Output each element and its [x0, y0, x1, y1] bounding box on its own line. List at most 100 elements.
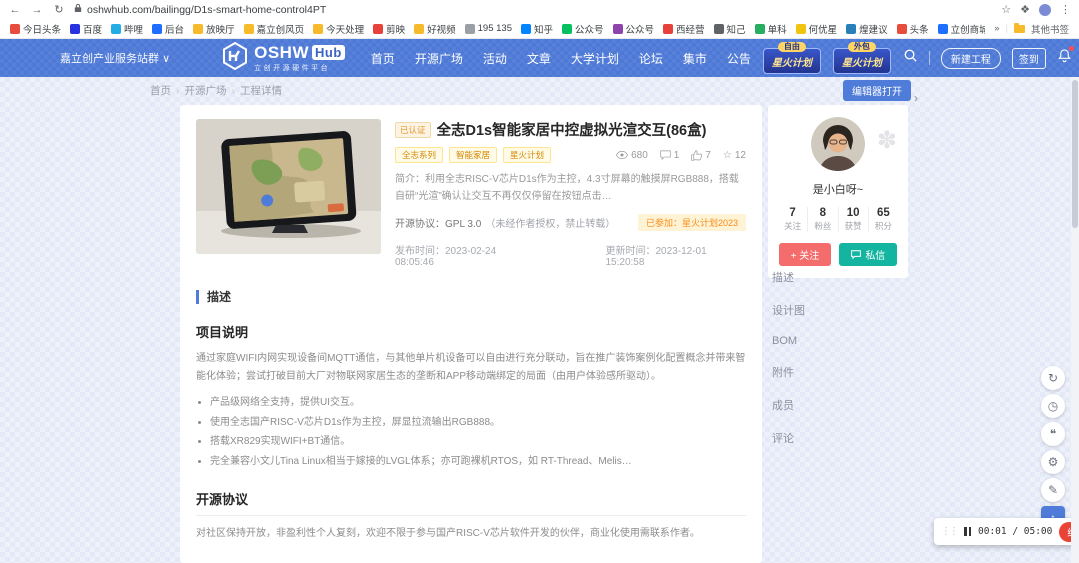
nav-item[interactable]: 集市: [683, 50, 707, 67]
checkin-button[interactable]: 签到: [1012, 48, 1046, 69]
section-label-description: 描述: [196, 290, 746, 304]
bookmark-item[interactable]: 头条: [897, 22, 929, 36]
extensions-icon[interactable]: ❖: [1020, 3, 1030, 16]
project-tags: 全志系列智能家居星火计划: [395, 147, 551, 163]
author-stat[interactable]: 8 粉丝: [807, 207, 837, 232]
nav-item[interactable]: 首页: [371, 50, 395, 67]
bookmark-favicon: [70, 24, 80, 34]
nav-item[interactable]: 活动: [483, 50, 507, 67]
bookmark-item[interactable]: 煌建议: [846, 22, 888, 36]
url-bar[interactable]: oshwhub.com/bailingg/D1s-smart-home-cont…: [74, 3, 993, 16]
bullet-item: 搭载XR829实现WIFI+BT通信。: [210, 432, 746, 452]
author-stat[interactable]: 10 获赞: [838, 207, 868, 232]
nav-item[interactable]: 公告: [727, 50, 751, 67]
breadcrumb-home[interactable]: 首页: [150, 83, 171, 98]
bookmark-item[interactable]: 后台: [152, 22, 184, 36]
reload-icon[interactable]: ↻: [52, 3, 66, 16]
license-note: （未经作者授权，禁止转载）: [485, 215, 615, 230]
settings-gear-icon[interactable]: ⚙: [1041, 450, 1065, 474]
bookmarks-overflow-icon[interactable]: »: [994, 23, 999, 34]
bookmark-favicon: [663, 24, 673, 34]
anchor-nav-item[interactable]: 成员: [772, 397, 805, 413]
author-stat[interactable]: 65 积分: [868, 207, 898, 232]
bookmark-item[interactable]: 195 135: [465, 23, 512, 34]
pause-icon[interactable]: [964, 527, 971, 536]
project-tag[interactable]: 智能家居: [449, 147, 497, 163]
bookmark-item[interactable]: 今天处理: [313, 22, 364, 36]
bookmark-label: 单科: [768, 22, 787, 36]
like-button[interactable]: 7: [691, 150, 711, 161]
nav-item[interactable]: 大学计划: [571, 50, 619, 67]
bookmark-item[interactable]: 知乎: [521, 22, 553, 36]
bookmark-item[interactable]: 剪映: [373, 22, 405, 36]
bookmark-item[interactable]: 放映厅: [193, 22, 235, 36]
bookmark-item[interactable]: 西经营: [663, 22, 705, 36]
comment-icon[interactable]: ❝: [1041, 422, 1065, 446]
site-logo[interactable]: OSHWHub 立创开源硬件平台: [222, 42, 345, 75]
other-bookmarks-label[interactable]: 其他书签: [1031, 22, 1069, 36]
project-image[interactable]: [196, 119, 381, 254]
project-tag[interactable]: 星火计划: [503, 147, 551, 163]
bookmarks-bar: 今日头条 百度 哔哩 后台 放映厅 嘉立: [0, 19, 1079, 39]
search-icon[interactable]: [903, 48, 918, 68]
bookmark-item[interactable]: 公众号: [562, 22, 604, 36]
bookmark-item[interactable]: 公众号: [613, 22, 655, 36]
drag-handle-icon[interactable]: ⋮⋮: [941, 526, 957, 537]
spark-joined-badge[interactable]: 已参加：星火计划2023: [638, 214, 746, 231]
anchor-nav-item[interactable]: BOM: [772, 335, 805, 347]
favorite-button[interactable]: ☆12: [723, 150, 746, 161]
comments-stat[interactable]: 1: [660, 150, 680, 161]
author-avatar[interactable]: [811, 117, 865, 171]
bookmark-item[interactable]: 哔哩: [111, 22, 143, 36]
message-button[interactable]: 私信: [839, 243, 897, 266]
refresh-icon[interactable]: ↻: [1041, 366, 1065, 390]
new-project-button[interactable]: 新建工程: [941, 48, 1001, 69]
nav-item[interactable]: 开源广场: [415, 50, 463, 67]
project-bullet-list: 产品级网络全支持，提供UI交互。使用全志国产RISC-V芯片D1s作为主控，屏显…: [210, 393, 746, 471]
bookmark-label: 立创商城: [951, 22, 986, 36]
project-tag[interactable]: 全志系列: [395, 147, 443, 163]
station-group-dropdown[interactable]: 嘉立创产业服务站群 ∨: [60, 50, 170, 66]
breadcrumb-square[interactable]: 开源广场: [171, 83, 227, 98]
anchor-nav-item[interactable]: 评论: [772, 430, 805, 446]
anchor-nav-item[interactable]: 附件: [772, 364, 805, 380]
back-icon[interactable]: ←: [8, 4, 22, 16]
author-stat[interactable]: 7 关注: [778, 207, 807, 232]
spark-plan-free-badge[interactable]: 自由 星火计划: [763, 48, 821, 74]
bookmark-favicon: [244, 24, 254, 34]
notifications-bell-icon[interactable]: [1057, 48, 1072, 68]
anchor-nav-item[interactable]: 设计图: [772, 302, 805, 318]
breadcrumb: 首页 开源广场 工程详情: [150, 83, 282, 98]
nav-item[interactable]: 论坛: [639, 50, 663, 67]
notification-dot: [1069, 46, 1074, 51]
spark-plan-outsource-badge[interactable]: 外包 星火计划: [833, 48, 891, 74]
open-in-editor-button[interactable]: 编辑器打开: [843, 80, 911, 101]
forward-icon[interactable]: →: [30, 4, 44, 16]
bookmark-item[interactable]: 今日头条: [10, 22, 61, 36]
bookmark-item[interactable]: 知己: [714, 22, 746, 36]
follow-button[interactable]: + 关注: [779, 243, 832, 266]
edit-icon[interactable]: ✎: [1041, 478, 1065, 502]
bookmark-star-icon[interactable]: ☆: [1001, 3, 1011, 16]
bookmark-item[interactable]: 立创商城: [938, 22, 986, 36]
anchor-nav-item[interactable]: 描述: [772, 269, 805, 285]
nav-item[interactable]: 文章: [527, 50, 551, 67]
bookmark-favicon: [714, 24, 724, 34]
bookmark-item[interactable]: 嘉立创风页: [244, 22, 305, 36]
page-scrollbar[interactable]: [1071, 77, 1079, 563]
scrollbar-thumb[interactable]: [1072, 80, 1078, 228]
browser-profile-avatar[interactable]: [1039, 4, 1051, 16]
author-name[interactable]: 是小白呀~: [778, 181, 898, 197]
bookmark-item[interactable]: 单科: [755, 22, 787, 36]
browser-menu-icon[interactable]: ⋮: [1060, 3, 1071, 16]
bookmark-favicon: [562, 24, 572, 34]
collapse-chevron-icon[interactable]: ›: [914, 91, 918, 105]
bookmarks-list: 今日头条 百度 哔哩 后台 放映厅 嘉立: [10, 22, 985, 36]
bookmark-item[interactable]: 好视频: [414, 22, 456, 36]
author-stats: 7 关注 8 粉丝 10 获赞 65 积分: [778, 207, 898, 232]
bookmark-item[interactable]: 何优星: [796, 22, 838, 36]
project-stats: 680 1 7 ☆12: [616, 150, 746, 161]
bookmark-item[interactable]: 百度: [70, 22, 102, 36]
bookmark-label: 今日头条: [23, 22, 61, 36]
history-icon[interactable]: ◷: [1041, 394, 1065, 418]
